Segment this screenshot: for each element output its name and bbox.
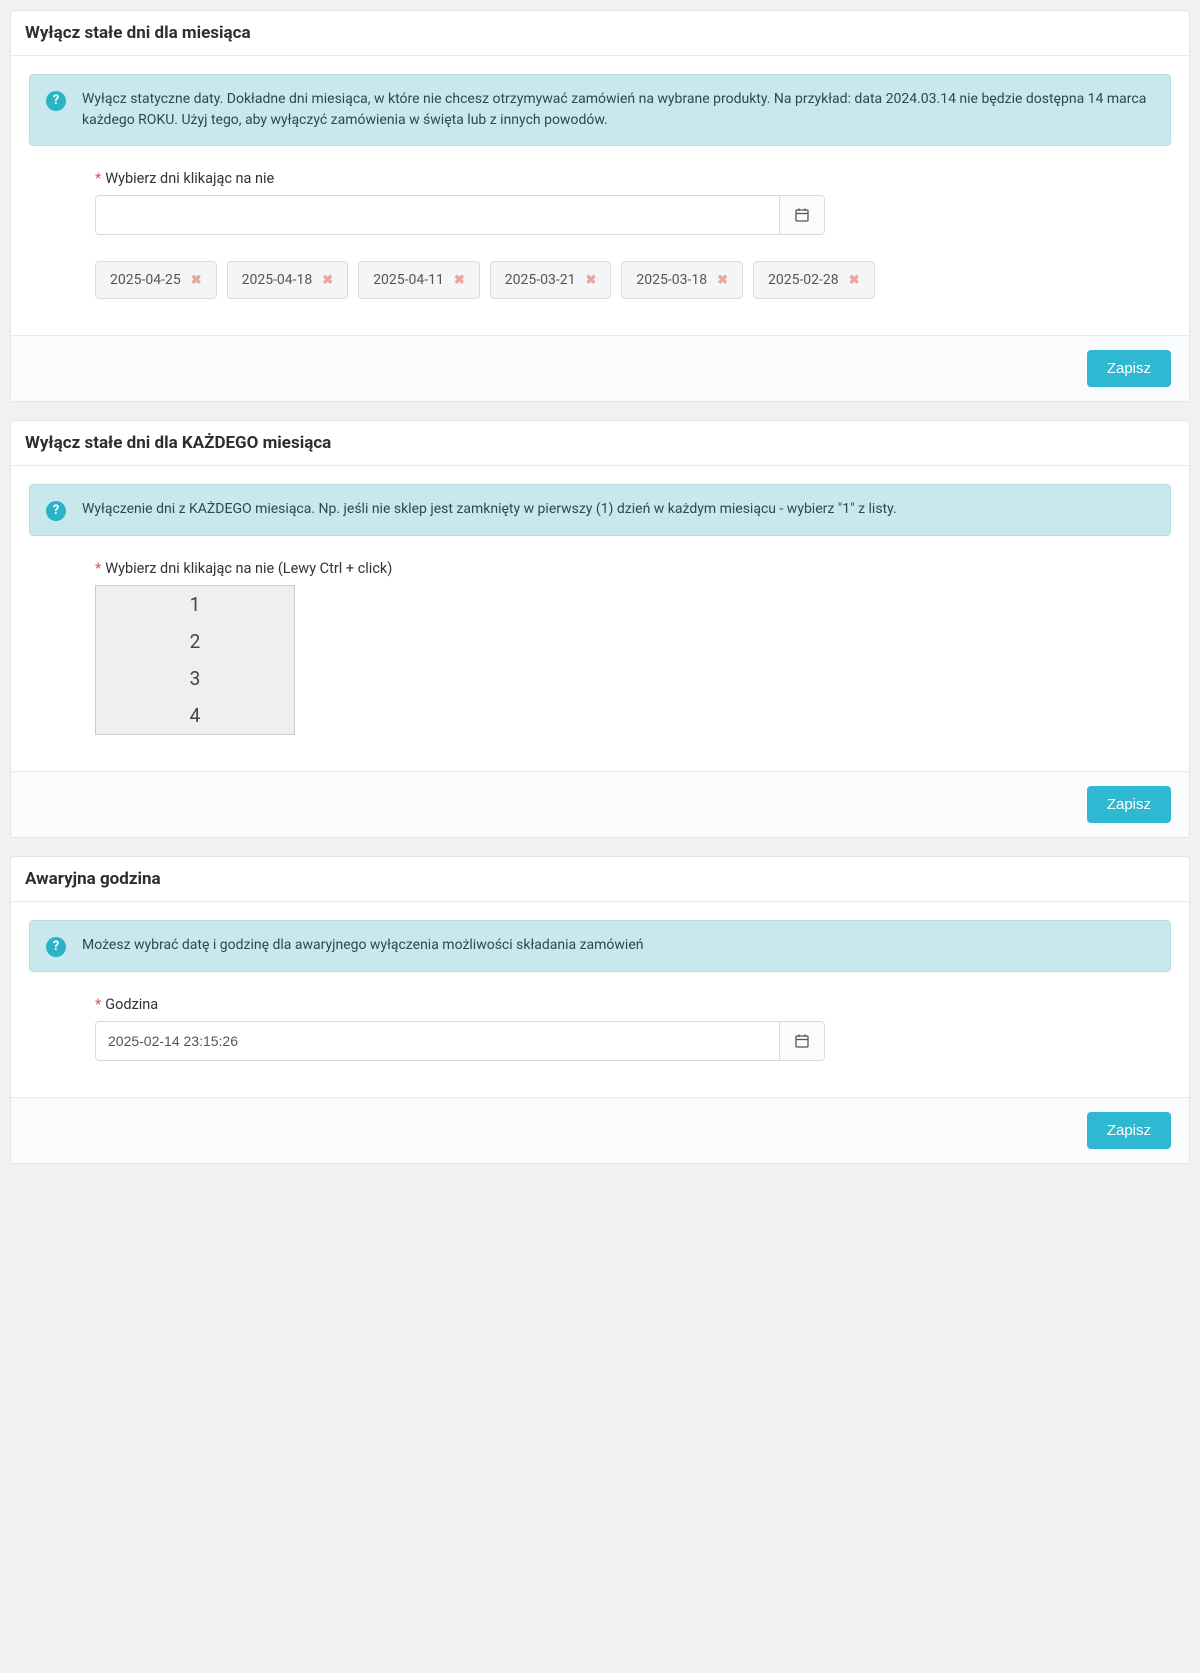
help-icon: ? — [46, 91, 66, 111]
close-icon[interactable]: ✖ — [849, 273, 860, 288]
panel-emergency-hour: Awaryjna godzina ? Możesz wybrać datę i … — [10, 856, 1190, 1164]
save-button[interactable]: Zapisz — [1087, 1112, 1171, 1149]
list-item[interactable]: 3 — [96, 660, 294, 697]
date-input-group — [95, 195, 825, 235]
info-box: ? Wyłączenie dni z KAŻDEGO miesiąca. Np.… — [29, 484, 1171, 536]
date-tag: 2025-03-21✖ — [490, 261, 612, 299]
close-icon[interactable]: ✖ — [717, 273, 728, 288]
panel-footer: Zapisz — [11, 771, 1189, 837]
info-text: Możesz wybrać datę i godzinę dla awaryjn… — [82, 935, 1154, 957]
date-tag: 2025-04-11✖ — [358, 261, 480, 299]
panel-footer: Zapisz — [11, 335, 1189, 401]
field-label: *Wybierz dni klikając na nie (Lewy Ctrl … — [95, 560, 1171, 577]
panel-footer: Zapisz — [11, 1097, 1189, 1163]
close-icon[interactable]: ✖ — [191, 273, 202, 288]
list-item[interactable]: 2 — [96, 623, 294, 660]
save-button[interactable]: Zapisz — [1087, 350, 1171, 387]
date-tag: 2025-02-28✖ — [753, 261, 875, 299]
panel-body: ? Możesz wybrać datę i godzinę dla awary… — [11, 902, 1189, 1097]
panel-header: Wyłącz stałe dni dla miesiąca — [11, 11, 1189, 56]
date-tag: 2025-03-18✖ — [621, 261, 743, 299]
panel-body: ? Wyłącz statyczne daty. Dokładne dni mi… — [11, 56, 1189, 335]
datetime-input-group — [95, 1021, 825, 1061]
selected-dates-row: 2025-04-25✖ 2025-04-18✖ 2025-04-11✖ 2025… — [95, 261, 1171, 299]
panel-header: Awaryjna godzina — [11, 857, 1189, 902]
form-group-days: *Wybierz dni klikając na nie (Lewy Ctrl … — [95, 560, 1171, 735]
help-icon: ? — [46, 937, 66, 957]
calendar-icon — [794, 207, 810, 223]
panel-title: Wyłącz stałe dni dla miesiąca — [25, 23, 1175, 43]
field-label: *Godzina — [95, 996, 1171, 1013]
date-tag: 2025-04-18✖ — [227, 261, 349, 299]
form-group-hour: *Godzina — [95, 996, 1171, 1061]
days-multi-select[interactable]: 1 2 3 4 — [95, 585, 295, 735]
required-mark: * — [95, 996, 101, 1013]
info-text: Wyłączenie dni z KAŻDEGO miesiąca. Np. j… — [82, 499, 1154, 521]
panel-disable-every-month-days: Wyłącz stałe dni dla KAŻDEGO miesiąca ? … — [10, 420, 1190, 838]
calendar-icon — [794, 1033, 810, 1049]
close-icon[interactable]: ✖ — [585, 273, 596, 288]
panel-header: Wyłącz stałe dni dla KAŻDEGO miesiąca — [11, 421, 1189, 466]
list-item[interactable]: 4 — [96, 697, 294, 734]
calendar-button[interactable] — [779, 195, 825, 235]
date-input[interactable] — [95, 195, 779, 235]
help-icon: ? — [46, 501, 66, 521]
calendar-button[interactable] — [779, 1021, 825, 1061]
required-mark: * — [95, 560, 101, 577]
required-mark: * — [95, 170, 101, 187]
panel-title: Awaryjna godzina — [25, 869, 1175, 889]
panel-disable-month-days: Wyłącz stałe dni dla miesiąca ? Wyłącz s… — [10, 10, 1190, 402]
panel-body: ? Wyłączenie dni z KAŻDEGO miesiąca. Np.… — [11, 466, 1189, 771]
panel-title: Wyłącz stałe dni dla KAŻDEGO miesiąca — [25, 433, 1175, 453]
list-item[interactable]: 1 — [96, 586, 294, 623]
info-box: ? Możesz wybrać datę i godzinę dla awary… — [29, 920, 1171, 972]
close-icon[interactable]: ✖ — [322, 273, 333, 288]
info-text: Wyłącz statyczne daty. Dokładne dni mies… — [82, 89, 1154, 131]
close-icon[interactable]: ✖ — [454, 273, 465, 288]
date-tag: 2025-04-25✖ — [95, 261, 217, 299]
form-group-dates: *Wybierz dni klikając na nie 2025-04-25✖… — [95, 170, 1171, 299]
info-box: ? Wyłącz statyczne daty. Dokładne dni mi… — [29, 74, 1171, 146]
field-label: *Wybierz dni klikając na nie — [95, 170, 1171, 187]
datetime-input[interactable] — [95, 1021, 779, 1061]
save-button[interactable]: Zapisz — [1087, 786, 1171, 823]
